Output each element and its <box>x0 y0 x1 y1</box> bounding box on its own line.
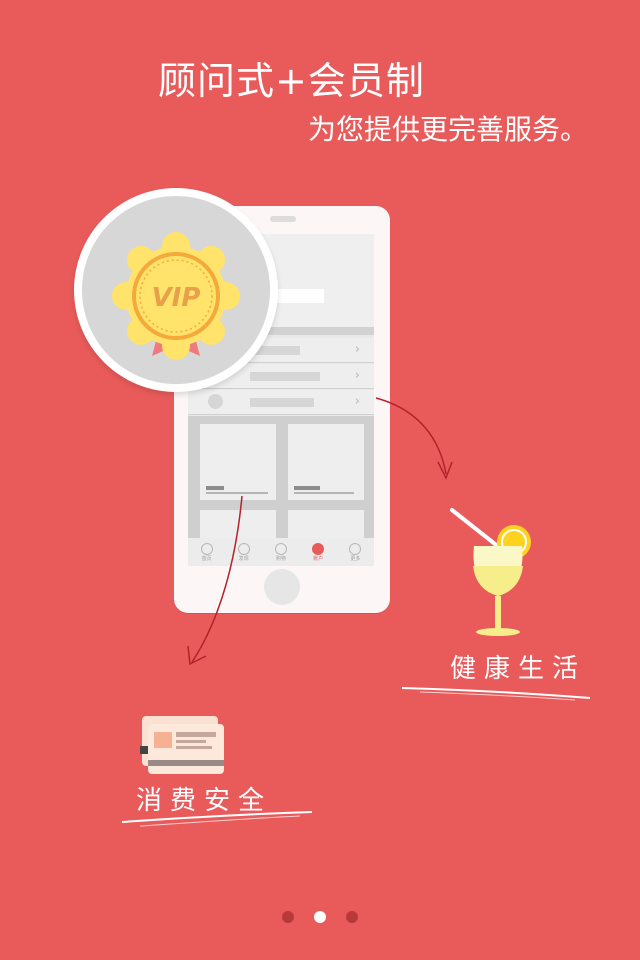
feature-label-health: 健康生活 <box>450 654 587 684</box>
screen-card <box>288 510 364 540</box>
user-icon <box>312 542 325 555</box>
vip-badge-text: VIP <box>152 283 201 313</box>
chevron-right-icon: › <box>354 368 360 383</box>
screen-tabbar: 首页 发现 购物 账户 更多 <box>188 538 374 566</box>
screen-list-row: › <box>188 390 374 415</box>
screen-tab-active: 账户 <box>303 542 333 562</box>
vip-medal-icon: VIP <box>112 232 240 360</box>
page-dot[interactable] <box>346 911 358 923</box>
page-dot-active[interactable] <box>314 911 326 923</box>
page-dot[interactable] <box>282 911 294 923</box>
screen-card <box>200 424 276 500</box>
page-subtitle: 为您提供更完善服务。 <box>308 113 589 146</box>
discover-icon <box>237 542 250 555</box>
screen-header-bar <box>276 289 324 303</box>
screen-card <box>288 424 364 500</box>
phone-home-button <box>264 569 300 605</box>
screen-card <box>200 510 276 540</box>
more-icon <box>349 542 362 555</box>
vip-magnifier: VIP <box>74 188 278 392</box>
feature-label-safety: 消费安全 <box>136 786 273 816</box>
bank-card-icon <box>140 716 224 774</box>
screen-tab: 首页 <box>192 542 222 562</box>
page-indicator <box>280 911 360 925</box>
chevron-right-icon: › <box>354 342 360 357</box>
home-icon <box>200 542 213 555</box>
cart-icon <box>274 542 287 555</box>
cocktail-glass-icon <box>450 508 531 636</box>
screen-tab: 发现 <box>229 542 259 562</box>
chevron-right-icon: › <box>354 394 360 409</box>
screen-tab: 购物 <box>266 542 296 562</box>
avatar-placeholder <box>208 394 223 409</box>
screen-tab: 更多 <box>340 542 370 562</box>
page-title: 顾问式+会员制 <box>158 59 425 103</box>
